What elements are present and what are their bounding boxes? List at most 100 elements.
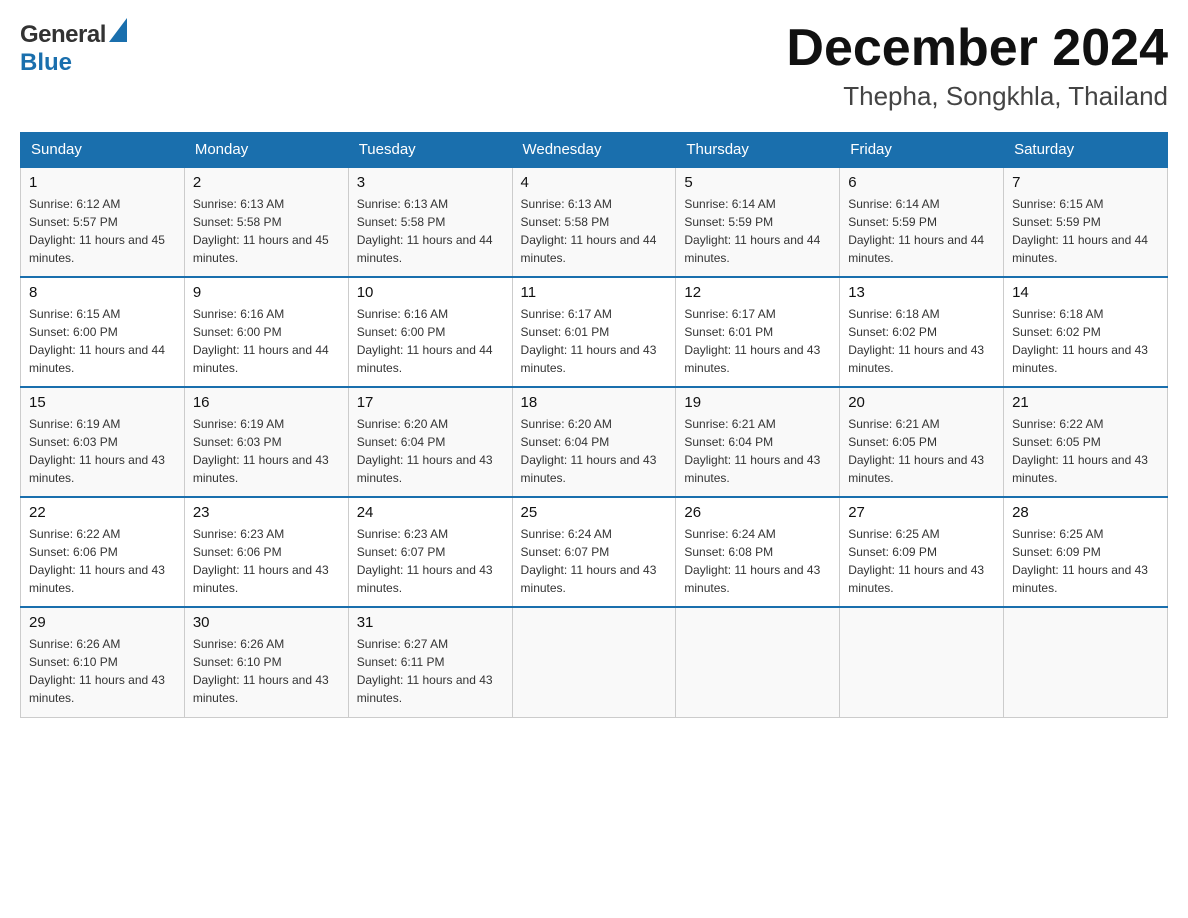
title-block: December 2024 Thepha, Songkhla, Thailand <box>786 20 1168 112</box>
day-info: Sunrise: 6:13 AMSunset: 5:58 PMDaylight:… <box>193 195 340 267</box>
calendar-cell: 14 Sunrise: 6:18 AMSunset: 6:02 PMDaylig… <box>1004 277 1168 387</box>
day-number: 2 <box>193 174 340 191</box>
day-info: Sunrise: 6:14 AMSunset: 5:59 PMDaylight:… <box>684 195 831 267</box>
day-number: 15 <box>29 394 176 411</box>
calendar-cell: 3 Sunrise: 6:13 AMSunset: 5:58 PMDayligh… <box>348 167 512 277</box>
day-number: 9 <box>193 284 340 301</box>
day-number: 19 <box>684 394 831 411</box>
day-number: 25 <box>521 504 668 521</box>
day-number: 4 <box>521 174 668 191</box>
day-number: 26 <box>684 504 831 521</box>
logo: General Blue <box>20 20 127 77</box>
calendar-cell: 7 Sunrise: 6:15 AMSunset: 5:59 PMDayligh… <box>1004 167 1168 277</box>
day-info: Sunrise: 6:13 AMSunset: 5:58 PMDaylight:… <box>521 195 668 267</box>
week-row-1: 1 Sunrise: 6:12 AMSunset: 5:57 PMDayligh… <box>21 167 1168 277</box>
day-number: 13 <box>848 284 995 301</box>
calendar-cell: 17 Sunrise: 6:20 AMSunset: 6:04 PMDaylig… <box>348 387 512 497</box>
day-info: Sunrise: 6:15 AMSunset: 6:00 PMDaylight:… <box>29 305 176 377</box>
header-row: SundayMondayTuesdayWednesdayThursdayFrid… <box>21 133 1168 168</box>
logo-blue-text: Blue <box>20 49 72 77</box>
day-number: 30 <box>193 614 340 631</box>
day-info: Sunrise: 6:25 AMSunset: 6:09 PMDaylight:… <box>1012 525 1159 597</box>
day-info: Sunrise: 6:27 AMSunset: 6:11 PMDaylight:… <box>357 635 504 707</box>
day-number: 11 <box>521 284 668 301</box>
calendar-cell <box>1004 607 1168 717</box>
calendar-cell: 28 Sunrise: 6:25 AMSunset: 6:09 PMDaylig… <box>1004 497 1168 607</box>
day-number: 3 <box>357 174 504 191</box>
calendar-cell <box>840 607 1004 717</box>
day-number: 31 <box>357 614 504 631</box>
calendar-cell: 6 Sunrise: 6:14 AMSunset: 5:59 PMDayligh… <box>840 167 1004 277</box>
calendar-cell <box>512 607 676 717</box>
day-number: 22 <box>29 504 176 521</box>
day-info: Sunrise: 6:20 AMSunset: 6:04 PMDaylight:… <box>521 415 668 487</box>
day-number: 1 <box>29 174 176 191</box>
week-row-3: 15 Sunrise: 6:19 AMSunset: 6:03 PMDaylig… <box>21 387 1168 497</box>
page-header: General Blue December 2024 Thepha, Songk… <box>20 20 1168 112</box>
day-info: Sunrise: 6:16 AMSunset: 6:00 PMDaylight:… <box>193 305 340 377</box>
calendar-cell: 18 Sunrise: 6:20 AMSunset: 6:04 PMDaylig… <box>512 387 676 497</box>
day-info: Sunrise: 6:24 AMSunset: 6:08 PMDaylight:… <box>684 525 831 597</box>
day-info: Sunrise: 6:18 AMSunset: 6:02 PMDaylight:… <box>848 305 995 377</box>
day-number: 29 <box>29 614 176 631</box>
col-header-wednesday: Wednesday <box>512 133 676 168</box>
day-info: Sunrise: 6:12 AMSunset: 5:57 PMDaylight:… <box>29 195 176 267</box>
col-header-monday: Monday <box>184 133 348 168</box>
calendar-cell: 13 Sunrise: 6:18 AMSunset: 6:02 PMDaylig… <box>840 277 1004 387</box>
calendar-cell: 5 Sunrise: 6:14 AMSunset: 5:59 PMDayligh… <box>676 167 840 277</box>
day-number: 7 <box>1012 174 1159 191</box>
calendar-cell: 16 Sunrise: 6:19 AMSunset: 6:03 PMDaylig… <box>184 387 348 497</box>
calendar-cell: 29 Sunrise: 6:26 AMSunset: 6:10 PMDaylig… <box>21 607 185 717</box>
calendar-cell: 9 Sunrise: 6:16 AMSunset: 6:00 PMDayligh… <box>184 277 348 387</box>
calendar-cell: 1 Sunrise: 6:12 AMSunset: 5:57 PMDayligh… <box>21 167 185 277</box>
day-info: Sunrise: 6:21 AMSunset: 6:05 PMDaylight:… <box>848 415 995 487</box>
col-header-friday: Friday <box>840 133 1004 168</box>
day-number: 21 <box>1012 394 1159 411</box>
calendar-cell: 4 Sunrise: 6:13 AMSunset: 5:58 PMDayligh… <box>512 167 676 277</box>
day-info: Sunrise: 6:20 AMSunset: 6:04 PMDaylight:… <box>357 415 504 487</box>
week-row-2: 8 Sunrise: 6:15 AMSunset: 6:00 PMDayligh… <box>21 277 1168 387</box>
day-number: 24 <box>357 504 504 521</box>
day-info: Sunrise: 6:26 AMSunset: 6:10 PMDaylight:… <box>29 635 176 707</box>
col-header-tuesday: Tuesday <box>348 133 512 168</box>
day-info: Sunrise: 6:17 AMSunset: 6:01 PMDaylight:… <box>521 305 668 377</box>
day-info: Sunrise: 6:17 AMSunset: 6:01 PMDaylight:… <box>684 305 831 377</box>
week-row-5: 29 Sunrise: 6:26 AMSunset: 6:10 PMDaylig… <box>21 607 1168 717</box>
day-info: Sunrise: 6:15 AMSunset: 5:59 PMDaylight:… <box>1012 195 1159 267</box>
day-info: Sunrise: 6:19 AMSunset: 6:03 PMDaylight:… <box>193 415 340 487</box>
day-number: 8 <box>29 284 176 301</box>
day-number: 28 <box>1012 504 1159 521</box>
day-number: 10 <box>357 284 504 301</box>
day-info: Sunrise: 6:18 AMSunset: 6:02 PMDaylight:… <box>1012 305 1159 377</box>
calendar-cell: 12 Sunrise: 6:17 AMSunset: 6:01 PMDaylig… <box>676 277 840 387</box>
day-info: Sunrise: 6:13 AMSunset: 5:58 PMDaylight:… <box>357 195 504 267</box>
day-info: Sunrise: 6:22 AMSunset: 6:05 PMDaylight:… <box>1012 415 1159 487</box>
day-number: 23 <box>193 504 340 521</box>
calendar-cell: 26 Sunrise: 6:24 AMSunset: 6:08 PMDaylig… <box>676 497 840 607</box>
calendar-cell: 25 Sunrise: 6:24 AMSunset: 6:07 PMDaylig… <box>512 497 676 607</box>
day-number: 14 <box>1012 284 1159 301</box>
calendar-cell: 27 Sunrise: 6:25 AMSunset: 6:09 PMDaylig… <box>840 497 1004 607</box>
calendar-cell: 23 Sunrise: 6:23 AMSunset: 6:06 PMDaylig… <box>184 497 348 607</box>
day-info: Sunrise: 6:23 AMSunset: 6:06 PMDaylight:… <box>193 525 340 597</box>
day-info: Sunrise: 6:14 AMSunset: 5:59 PMDaylight:… <box>848 195 995 267</box>
calendar-cell: 22 Sunrise: 6:22 AMSunset: 6:06 PMDaylig… <box>21 497 185 607</box>
calendar-cell: 11 Sunrise: 6:17 AMSunset: 6:01 PMDaylig… <box>512 277 676 387</box>
calendar-cell: 31 Sunrise: 6:27 AMSunset: 6:11 PMDaylig… <box>348 607 512 717</box>
day-number: 20 <box>848 394 995 411</box>
col-header-thursday: Thursday <box>676 133 840 168</box>
calendar-cell: 21 Sunrise: 6:22 AMSunset: 6:05 PMDaylig… <box>1004 387 1168 497</box>
day-info: Sunrise: 6:21 AMSunset: 6:04 PMDaylight:… <box>684 415 831 487</box>
day-number: 18 <box>521 394 668 411</box>
day-number: 16 <box>193 394 340 411</box>
day-number: 27 <box>848 504 995 521</box>
day-info: Sunrise: 6:26 AMSunset: 6:10 PMDaylight:… <box>193 635 340 707</box>
calendar-cell <box>676 607 840 717</box>
calendar-cell: 10 Sunrise: 6:16 AMSunset: 6:00 PMDaylig… <box>348 277 512 387</box>
day-info: Sunrise: 6:16 AMSunset: 6:00 PMDaylight:… <box>357 305 504 377</box>
day-info: Sunrise: 6:23 AMSunset: 6:07 PMDaylight:… <box>357 525 504 597</box>
month-title: December 2024 <box>786 20 1168 77</box>
day-info: Sunrise: 6:22 AMSunset: 6:06 PMDaylight:… <box>29 525 176 597</box>
calendar-cell: 30 Sunrise: 6:26 AMSunset: 6:10 PMDaylig… <box>184 607 348 717</box>
day-info: Sunrise: 6:24 AMSunset: 6:07 PMDaylight:… <box>521 525 668 597</box>
